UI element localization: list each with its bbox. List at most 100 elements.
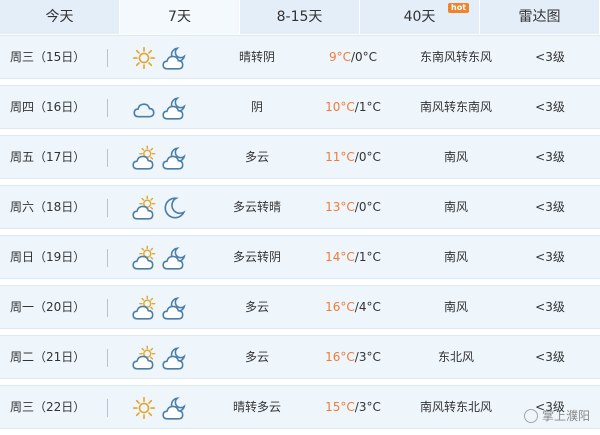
moon-cloud-icon bbox=[161, 245, 187, 271]
divider bbox=[107, 149, 108, 167]
weather-condition: 多云 bbox=[244, 300, 269, 314]
watermark-text: 掌上濮阳 bbox=[541, 409, 590, 423]
low-temp: /4°C bbox=[354, 300, 381, 314]
forecast-row: 周一（20日） 多云 16°C/4°C 南风 <3级 bbox=[0, 285, 600, 329]
forecast-row: 周三（15日） 晴转阴 9°C/0°C 东南风转东风 <3级 bbox=[0, 35, 600, 79]
sun-cloud-icon bbox=[131, 245, 157, 271]
weather-condition: 阴 bbox=[250, 100, 263, 114]
weather-condition: 晴转多云 bbox=[232, 400, 281, 414]
tab-label: 雷达图 bbox=[518, 9, 561, 25]
sun-icon bbox=[131, 45, 157, 71]
tab-label: 40天 bbox=[403, 9, 436, 25]
weather-icons bbox=[131, 95, 191, 121]
sun-cloud-icon bbox=[131, 345, 157, 371]
wind-level: <3级 bbox=[535, 250, 565, 264]
low-temp: /0°C bbox=[350, 50, 378, 64]
forecast-row: 周五（17日） 多云 11°C/0°C 南风 <3级 bbox=[0, 135, 600, 179]
divider bbox=[107, 99, 108, 117]
wind-level: <3级 bbox=[535, 200, 565, 214]
wind-direction: 南风转东南风 bbox=[419, 100, 492, 114]
tab-7-days[interactable]: 7天 bbox=[120, 0, 240, 34]
temperature-range: 10°C/1°C bbox=[318, 86, 388, 128]
divider bbox=[107, 249, 108, 267]
tab-label: 今天 bbox=[45, 9, 74, 25]
divider bbox=[107, 349, 108, 367]
temperature-range: 16°C/4°C bbox=[318, 286, 388, 328]
low-temp: /0°C bbox=[354, 150, 381, 164]
weather-icons bbox=[131, 45, 191, 71]
weather-condition: 多云转阴 bbox=[232, 250, 281, 264]
temperature-range: 11°C/0°C bbox=[318, 136, 388, 178]
wind-level: <3级 bbox=[535, 350, 565, 364]
high-temp: 14°C bbox=[325, 250, 355, 264]
forecast-row: 周四（16日） 阴 10°C/1°C 南风转东南风 <3级 bbox=[0, 85, 600, 129]
wind-direction: 南风 bbox=[443, 250, 468, 264]
weather-condition: 晴转阴 bbox=[238, 50, 275, 64]
tab-radar[interactable]: 雷达图 bbox=[480, 0, 600, 34]
temperature-range: 13°C/0°C bbox=[318, 186, 388, 228]
wind-direction: 南风 bbox=[443, 300, 468, 314]
temperature-range: 9°C/0°C bbox=[318, 36, 388, 78]
low-temp: /3°C bbox=[354, 350, 381, 364]
day-date: 周日（19日） bbox=[10, 250, 86, 264]
wechat-logo-icon bbox=[523, 408, 538, 423]
forecast-row: 周三（22日） 晴转多云 15°C/3°C 南风转东北风 <3级 bbox=[0, 385, 600, 429]
day-date: 周二（21日） bbox=[10, 350, 86, 364]
temperature-range: 15°C/3°C bbox=[318, 386, 388, 428]
moon-cloud-icon bbox=[161, 145, 187, 171]
low-temp: /1°C bbox=[354, 100, 381, 114]
high-temp: 9°C bbox=[328, 50, 351, 64]
low-temp: /1°C bbox=[354, 250, 381, 264]
moon-icon bbox=[161, 195, 187, 221]
weather-condition: 多云 bbox=[244, 150, 269, 164]
day-date: 周一（20日） bbox=[10, 300, 86, 314]
weather-condition: 多云 bbox=[244, 350, 269, 364]
cloud-icon bbox=[131, 95, 157, 121]
forecast-tabs: 今天 7天 8-15天 40天 hot 雷达图 bbox=[0, 0, 600, 34]
day-date: 周六（18日） bbox=[10, 200, 86, 214]
wind-direction: 南风 bbox=[443, 150, 468, 164]
high-temp: 10°C bbox=[325, 100, 355, 114]
low-temp: /0°C bbox=[354, 200, 381, 214]
wind-level: <3级 bbox=[535, 100, 565, 114]
wind-level: <3级 bbox=[535, 50, 565, 64]
divider bbox=[107, 49, 108, 67]
wind-level: <3级 bbox=[535, 150, 565, 164]
sun-cloud-icon bbox=[131, 295, 157, 321]
wind-direction: 东南风转东风 bbox=[419, 50, 492, 64]
sun-cloud-icon bbox=[131, 145, 157, 171]
day-date: 周三（22日） bbox=[10, 400, 86, 414]
low-temp: /3°C bbox=[354, 400, 381, 414]
tab-today[interactable]: 今天 bbox=[0, 0, 120, 34]
weather-icons bbox=[131, 195, 191, 221]
weather-icons bbox=[131, 345, 191, 371]
tab-8-15-days[interactable]: 8-15天 bbox=[240, 0, 360, 34]
day-date: 周四（16日） bbox=[10, 100, 86, 114]
temperature-range: 16°C/3°C bbox=[318, 336, 388, 378]
high-temp: 16°C bbox=[325, 350, 355, 364]
watermark: 掌上濮阳 bbox=[523, 407, 590, 424]
sun-icon bbox=[131, 395, 157, 421]
forecast-row: 周日（19日） 多云转阴 14°C/1°C 南风 <3级 bbox=[0, 235, 600, 279]
forecast-row: 周六（18日） 多云转晴 13°C/0°C 南风 <3级 bbox=[0, 185, 600, 229]
tab-40-days[interactable]: 40天 hot bbox=[360, 0, 480, 34]
high-temp: 11°C bbox=[325, 150, 355, 164]
wind-direction: 南风转东北风 bbox=[419, 400, 492, 414]
divider bbox=[107, 299, 108, 317]
wind-direction: 南风 bbox=[443, 200, 468, 214]
moon-cloud-icon bbox=[161, 295, 187, 321]
hot-badge: hot bbox=[448, 3, 470, 13]
tab-label: 8-15天 bbox=[276, 9, 323, 25]
wind-direction: 东北风 bbox=[437, 350, 474, 364]
high-temp: 15°C bbox=[325, 400, 355, 414]
forecast-row: 周二（21日） 多云 16°C/3°C 东北风 <3级 bbox=[0, 335, 600, 379]
weather-icons bbox=[131, 245, 191, 271]
moon-cloud-icon bbox=[161, 395, 187, 421]
weather-condition: 多云转晴 bbox=[232, 200, 281, 214]
tab-label: 7天 bbox=[168, 9, 191, 25]
weather-icons bbox=[131, 295, 191, 321]
weather-icons bbox=[131, 395, 191, 421]
divider bbox=[107, 399, 108, 417]
high-temp: 13°C bbox=[325, 200, 355, 214]
day-date: 周五（17日） bbox=[10, 150, 86, 164]
